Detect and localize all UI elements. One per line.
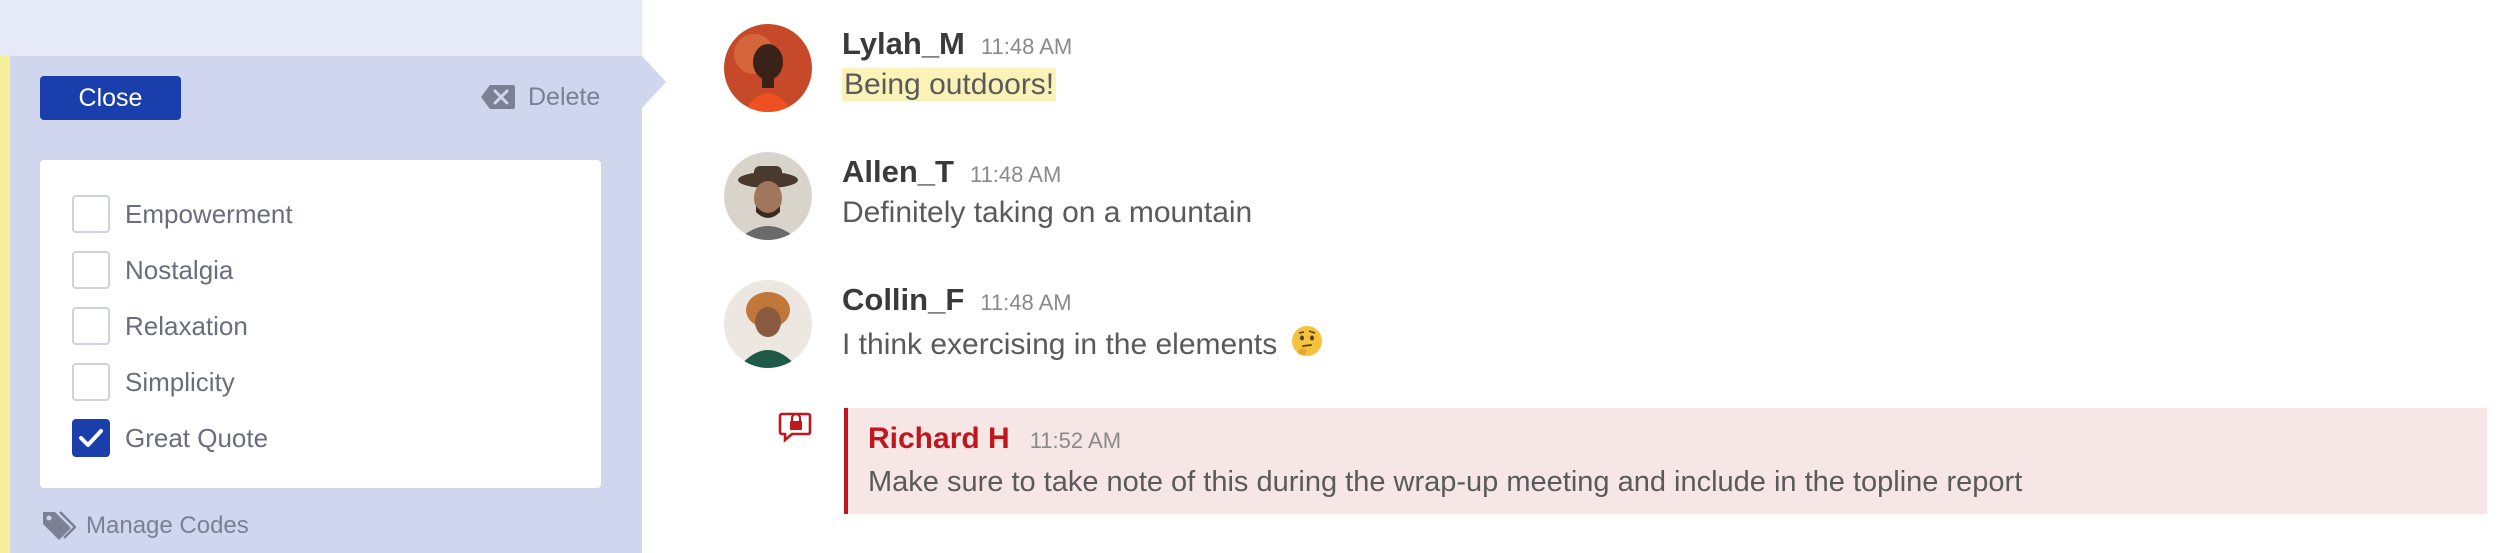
message-text[interactable]: I think exercising in the elements (842, 324, 1324, 366)
message-header: Allen_T 11:48 AM (842, 154, 1061, 190)
delete-label: Delete (528, 82, 601, 111)
code-label: Simplicity (125, 366, 235, 397)
manage-codes-label: Manage Codes (86, 512, 249, 539)
private-note: Richard H 11:52 AM Make sure to take not… (844, 408, 2487, 514)
checkbox[interactable] (72, 307, 110, 345)
backspace-icon (481, 85, 515, 109)
avatar[interactable] (724, 24, 812, 112)
tag-icon (43, 511, 76, 540)
checkbox[interactable] (72, 195, 110, 233)
author-name[interactable]: Collin_F (842, 282, 964, 318)
message-text[interactable]: Definitely taking on a mountain (842, 196, 1252, 230)
highlight-edge (0, 56, 10, 553)
code-item-empowerment[interactable]: Empowerment (72, 194, 293, 234)
author-name[interactable]: Lylah_M (842, 26, 965, 62)
code-item-great-quote[interactable]: Great Quote (72, 418, 268, 458)
checkbox-checked[interactable] (72, 419, 110, 457)
codes-list: Empowerment Nostalgia Relaxation Simplic… (40, 160, 601, 488)
delete-button[interactable]: Delete (480, 80, 600, 114)
timestamp: 11:48 AM (980, 34, 1073, 59)
note-timestamp: 11:52 AM (1029, 428, 1122, 453)
timestamp: 11:48 AM (980, 290, 1072, 315)
checkbox[interactable] (72, 363, 110, 401)
note-author[interactable]: Richard H (868, 422, 1010, 456)
message-body[interactable]: I think exercising in the elements (842, 328, 1277, 361)
panel-pointer (642, 56, 666, 108)
code-label: Empowerment (125, 198, 293, 229)
manage-codes-link[interactable]: Manage Codes (40, 508, 249, 544)
avatar[interactable] (724, 152, 812, 240)
message-header: Lylah_M 11:48 AM (842, 26, 1072, 62)
code-item-simplicity[interactable]: Simplicity (72, 362, 235, 402)
code-label: Great Quote (125, 422, 269, 453)
code-label: Nostalgia (125, 254, 234, 285)
author-name[interactable]: Allen_T (842, 154, 954, 190)
highlighted-text[interactable]: Being outdoors! (842, 68, 1057, 101)
note-text[interactable]: Make sure to take note of this during th… (868, 466, 2022, 499)
coding-panel: Close Delete Empowerment Nostalgia Relax… (0, 0, 642, 553)
avatar[interactable] (724, 280, 812, 368)
panel-top-strip (0, 0, 642, 56)
checkbox[interactable] (72, 251, 110, 289)
private-note-icon (778, 412, 812, 443)
checkmark-icon (79, 429, 103, 447)
code-label: Relaxation (125, 310, 248, 341)
message-text[interactable]: Being outdoors! (842, 68, 1057, 102)
note-header: Richard H 11:52 AM (868, 422, 1121, 456)
thinking-face-icon (1290, 324, 1324, 366)
code-item-relaxation[interactable]: Relaxation (72, 306, 248, 346)
timestamp: 11:48 AM (969, 162, 1062, 187)
code-item-nostalgia[interactable]: Nostalgia (72, 250, 233, 290)
message-header: Collin_F 11:48 AM (842, 282, 1072, 318)
close-button[interactable]: Close (40, 76, 181, 120)
